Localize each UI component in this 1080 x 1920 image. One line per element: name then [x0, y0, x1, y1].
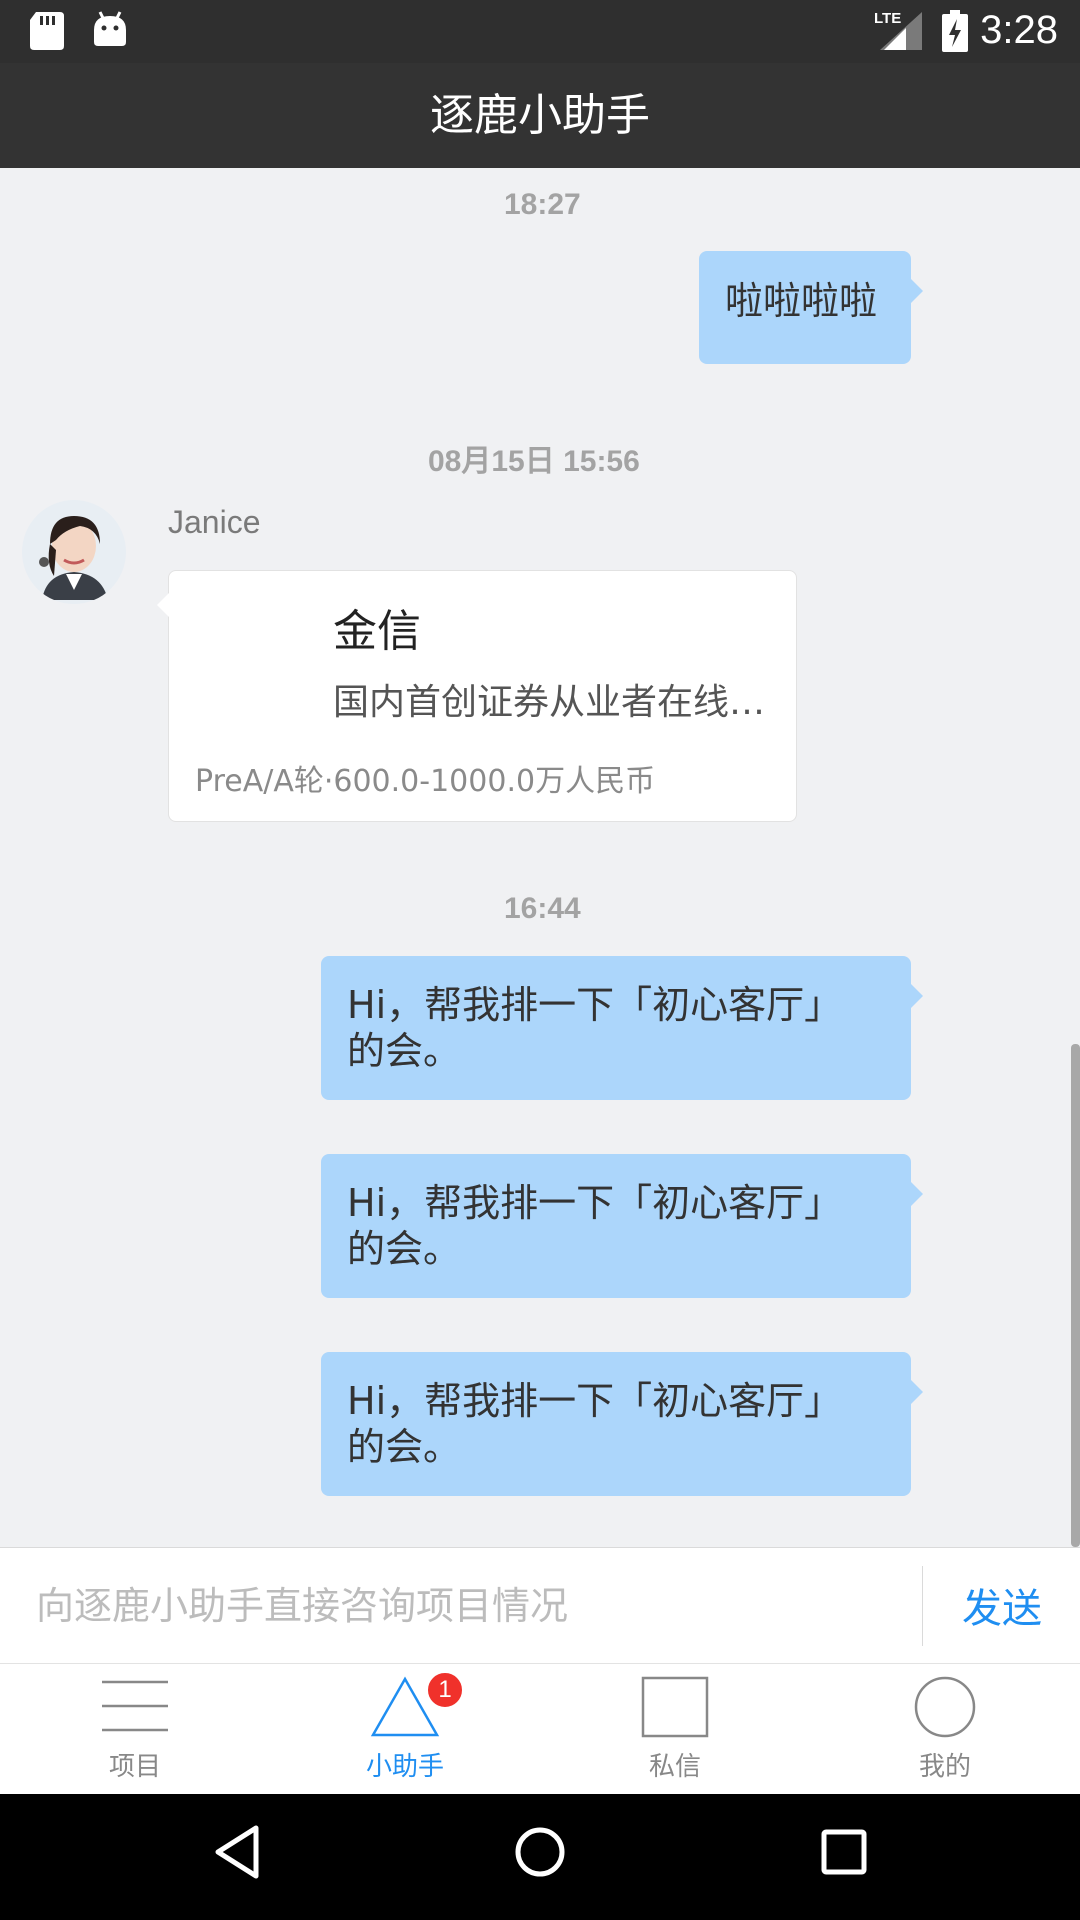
message-text-line: Hi，帮我排一下「初心客厅」: [347, 983, 843, 1027]
lte-signal-icon: [880, 12, 922, 50]
send-button[interactable]: 发送: [962, 1576, 1042, 1634]
status-bar: LTE 3:28: [0, 0, 1080, 63]
message-text-line: 的会。: [347, 1029, 462, 1073]
tab-profile[interactable]: 我的: [810, 1664, 1080, 1795]
notification-badge: 1: [425, 1670, 465, 1710]
tab-label: 私信: [648, 1752, 701, 1782]
home-icon[interactable]: [514, 1822, 566, 1882]
recents-icon[interactable]: [818, 1822, 868, 1882]
tab-label: 项目: [108, 1752, 161, 1782]
outgoing-message[interactable]: Hi，帮我排一下「初心客厅」 的会。: [321, 1154, 923, 1298]
back-icon[interactable]: [212, 1822, 262, 1882]
timestamp: 08月15日 15:56: [428, 445, 640, 478]
card-description: 国内首创证券从业者在线…: [333, 682, 766, 723]
message-input-bar: 发送: [0, 1547, 1080, 1663]
circle-icon: [914, 1676, 976, 1738]
menu-lines-icon: [102, 1680, 168, 1732]
outgoing-message[interactable]: Hi，帮我排一下「初心客厅」 的会。: [321, 1352, 923, 1496]
bubble-tail: [157, 593, 169, 617]
clock: 3:28: [980, 8, 1058, 52]
timestamp: 16:44: [504, 892, 581, 925]
message-text-line: Hi，帮我排一下「初心客厅」: [347, 1379, 843, 1423]
card-funding-meta: PreA/A轮·600.0-1000.0万人民币: [195, 764, 656, 799]
message-text: 啦啦啦啦: [725, 279, 878, 323]
title-bar: 逐鹿小助手: [0, 63, 1080, 168]
message-text-line: 的会。: [347, 1425, 462, 1469]
system-nav-bar: [0, 1794, 1080, 1920]
timestamp: 18:27: [504, 188, 581, 221]
chat-area[interactable]: 18:27 啦啦啦啦 08月15日 15:56 Janice 金信 国内首创证券…: [0, 168, 1080, 1547]
battery-charging-icon: [942, 10, 968, 52]
bubble-tail: [911, 279, 923, 303]
avatar[interactable]: [22, 500, 126, 604]
bubble-tail: [911, 1380, 923, 1404]
chat-scrollbar[interactable]: [1071, 1044, 1080, 1547]
sd-card-icon: [30, 12, 64, 50]
user-avatar-icon: [22, 500, 126, 604]
tab-label: 我的: [918, 1752, 971, 1782]
project-card[interactable]: 金信 国内首创证券从业者在线… PreA/A轮·600.0-1000.0万人民币: [157, 570, 797, 822]
square-icon: [641, 1676, 709, 1738]
tab-projects[interactable]: 项目: [0, 1664, 270, 1795]
android-icon: [94, 11, 126, 46]
tab-messages[interactable]: 私信: [540, 1664, 810, 1795]
tab-assistant[interactable]: 1 小助手: [270, 1664, 540, 1795]
bubble-tail: [911, 984, 923, 1008]
message-text-line: Hi，帮我排一下「初心客厅」: [347, 1181, 843, 1225]
page-title: 逐鹿小助手: [430, 90, 650, 141]
card-title: 金信: [333, 606, 421, 657]
outgoing-message[interactable]: 啦啦啦啦: [699, 251, 923, 364]
bubble-tail: [911, 1182, 923, 1206]
input-divider: [922, 1566, 923, 1646]
message-input[interactable]: [36, 1574, 896, 1638]
bottom-tab-bar: 项目 1 小助手 私信 我的: [0, 1663, 1080, 1794]
tab-label: 小助手: [365, 1752, 444, 1782]
outgoing-message[interactable]: Hi，帮我排一下「初心客厅」 的会。: [321, 956, 923, 1100]
message-text-line: 的会。: [347, 1227, 462, 1271]
sender-name: Janice: [168, 504, 261, 540]
